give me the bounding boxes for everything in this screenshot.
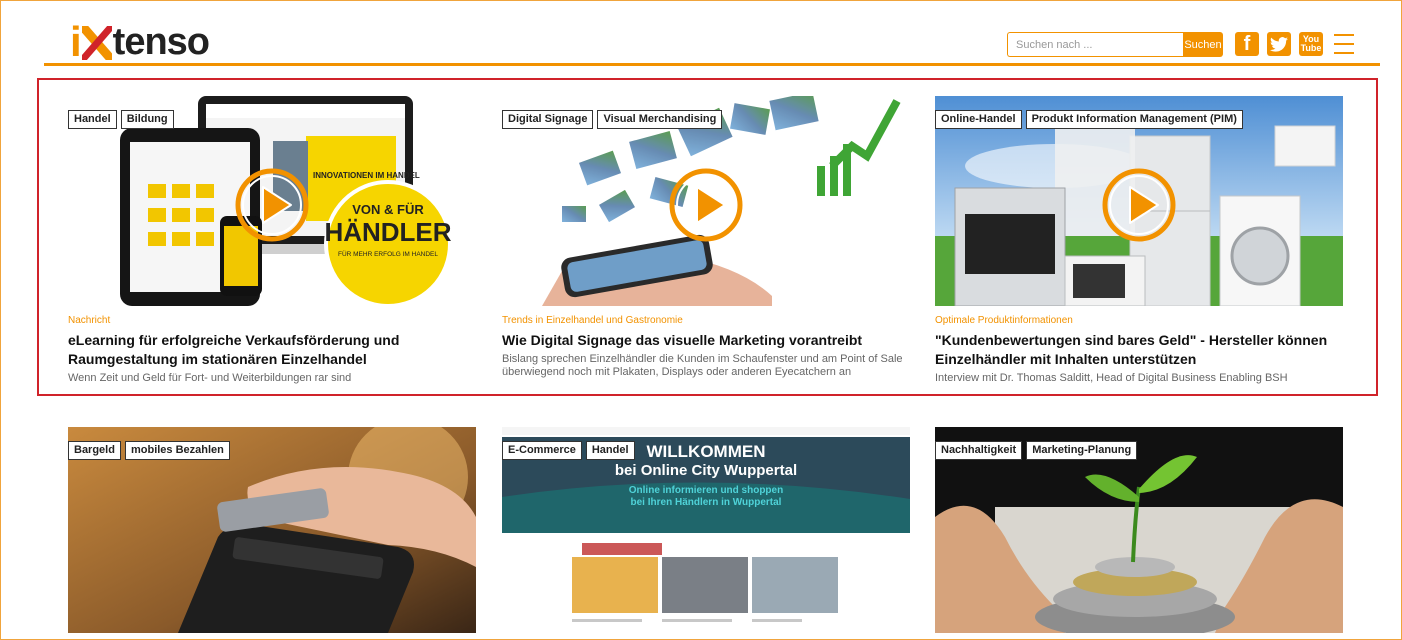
tag[interactable]: Handel (585, 441, 635, 460)
article-card[interactable]: Online-Handel Produkt Information Manage… (935, 96, 1343, 385)
image-screen-text: INNOVATIONEN IM HANDEL (313, 171, 420, 180)
site-header: i tenso Suchen f You Tube (44, 14, 1380, 66)
youtube-icon[interactable]: You Tube (1299, 32, 1323, 56)
tag[interactable]: Produkt Information Management (PIM) (1025, 110, 1243, 129)
article-meta: Optimale Produktinformationen "Kundenbew… (935, 306, 1343, 385)
image-sub1: Online informieren und shoppen (629, 485, 783, 496)
facebook-icon[interactable]: f (1235, 32, 1259, 56)
article-title[interactable]: eLearning für erfolgreiche Verkaufsförde… (68, 331, 488, 369)
article-meta: Trends in Einzelhandel und Gastronomie W… (502, 306, 910, 379)
tag-list: Online-Handel Produkt Information Manage… (935, 110, 1243, 129)
play-video-icon[interactable] (232, 165, 312, 245)
tag[interactable]: Nachhaltigkeit (935, 441, 1023, 460)
image-headline1: WILLKOMMEN (647, 442, 766, 461)
article-teaser: Wenn Zeit und Geld für Fort- und Weiterb… (68, 372, 352, 384)
tag[interactable]: mobiles Bezahlen (124, 441, 230, 460)
tag[interactable]: Bargeld (68, 441, 121, 460)
site-logo[interactable]: i tenso (70, 18, 210, 65)
tag[interactable]: Online-Handel (935, 110, 1022, 129)
tag-list: Handel Bildung (68, 110, 174, 129)
article-card[interactable]: Nachhaltigkeit Marketing-Planung (935, 427, 1343, 633)
article-card[interactable]: Bargeld mobiles Bezahlen (68, 427, 476, 633)
article-image[interactable]: Online-Handel Produkt Information Manage… (935, 96, 1343, 306)
article-title[interactable]: Wie Digital Signage das visuelle Marketi… (502, 331, 910, 350)
tag-list: E-Commerce Handel (502, 441, 635, 460)
article-card[interactable]: INNOVATIONEN IM HANDEL VON & FÜR HÄNDLER… (68, 96, 476, 385)
article-category[interactable]: Optimale Produktinformationen (935, 314, 1343, 328)
article-image[interactable]: Digital Signage Visual Merchandising (502, 96, 910, 306)
article-title[interactable]: "Kundenbewertungen sind bares Geld" - He… (935, 331, 1343, 369)
menu-icon[interactable] (1334, 34, 1354, 54)
tag[interactable]: Visual Merchandising (597, 110, 723, 129)
article-card[interactable]: WILLKOMMEN bei Online City Wuppertal Onl… (502, 427, 910, 633)
article-image[interactable]: WILLKOMMEN bei Online City Wuppertal Onl… (502, 427, 910, 633)
article-category[interactable]: Trends in Einzelhandel und Gastronomie (502, 314, 910, 328)
article-image[interactable]: Nachhaltigkeit Marketing-Planung (935, 427, 1343, 633)
tag[interactable]: Handel (68, 110, 117, 129)
play-video-icon[interactable] (666, 165, 746, 245)
search-input[interactable] (1007, 32, 1183, 57)
logo-letter-i: i (70, 18, 82, 65)
article-image[interactable]: Bargeld mobiles Bezahlen (68, 427, 476, 633)
play-video-icon[interactable] (1099, 165, 1179, 245)
article-meta: Nachricht eLearning für erfolgreiche Ver… (68, 306, 476, 385)
logo-wordmark: tenso (112, 21, 210, 63)
article-category[interactable]: Nachricht (68, 314, 476, 328)
image-badge-line1: VON & FÜR (352, 202, 424, 217)
article-teaser: Bislang sprechen Einzelhändler die Kunde… (502, 353, 903, 378)
image-badge-line2: HÄNDLER (324, 217, 451, 247)
youtube-label-bottom: Tube (1300, 43, 1322, 53)
tag[interactable]: E-Commerce (502, 441, 582, 460)
article-teaser: Interview mit Dr. Thomas Salditt, Head o… (935, 372, 1288, 384)
search-button[interactable]: Suchen (1183, 32, 1223, 57)
image-sub2: bei Ihren Händlern in Wuppertal (631, 497, 782, 508)
tag-list: Digital Signage Visual Merchandising (502, 110, 723, 129)
tag[interactable]: Marketing-Planung (1026, 441, 1138, 460)
tag-list: Bargeld mobiles Bezahlen (68, 441, 230, 460)
search-form: Suchen (1007, 32, 1223, 57)
tag-list: Nachhaltigkeit Marketing-Planung (935, 441, 1138, 460)
logo-x-icon (81, 26, 112, 60)
tag[interactable]: Digital Signage (502, 110, 594, 129)
tag[interactable]: Bildung (120, 110, 174, 129)
article-card[interactable]: Digital Signage Visual Merchandising Tre… (502, 96, 910, 379)
article-image[interactable]: INNOVATIONEN IM HANDEL VON & FÜR HÄNDLER… (68, 96, 476, 306)
image-headline2: bei Online City Wuppertal (615, 462, 797, 479)
twitter-icon[interactable] (1267, 32, 1291, 56)
image-badge-line3: FÜR MEHR ERFOLG IM HANDEL (338, 250, 438, 258)
